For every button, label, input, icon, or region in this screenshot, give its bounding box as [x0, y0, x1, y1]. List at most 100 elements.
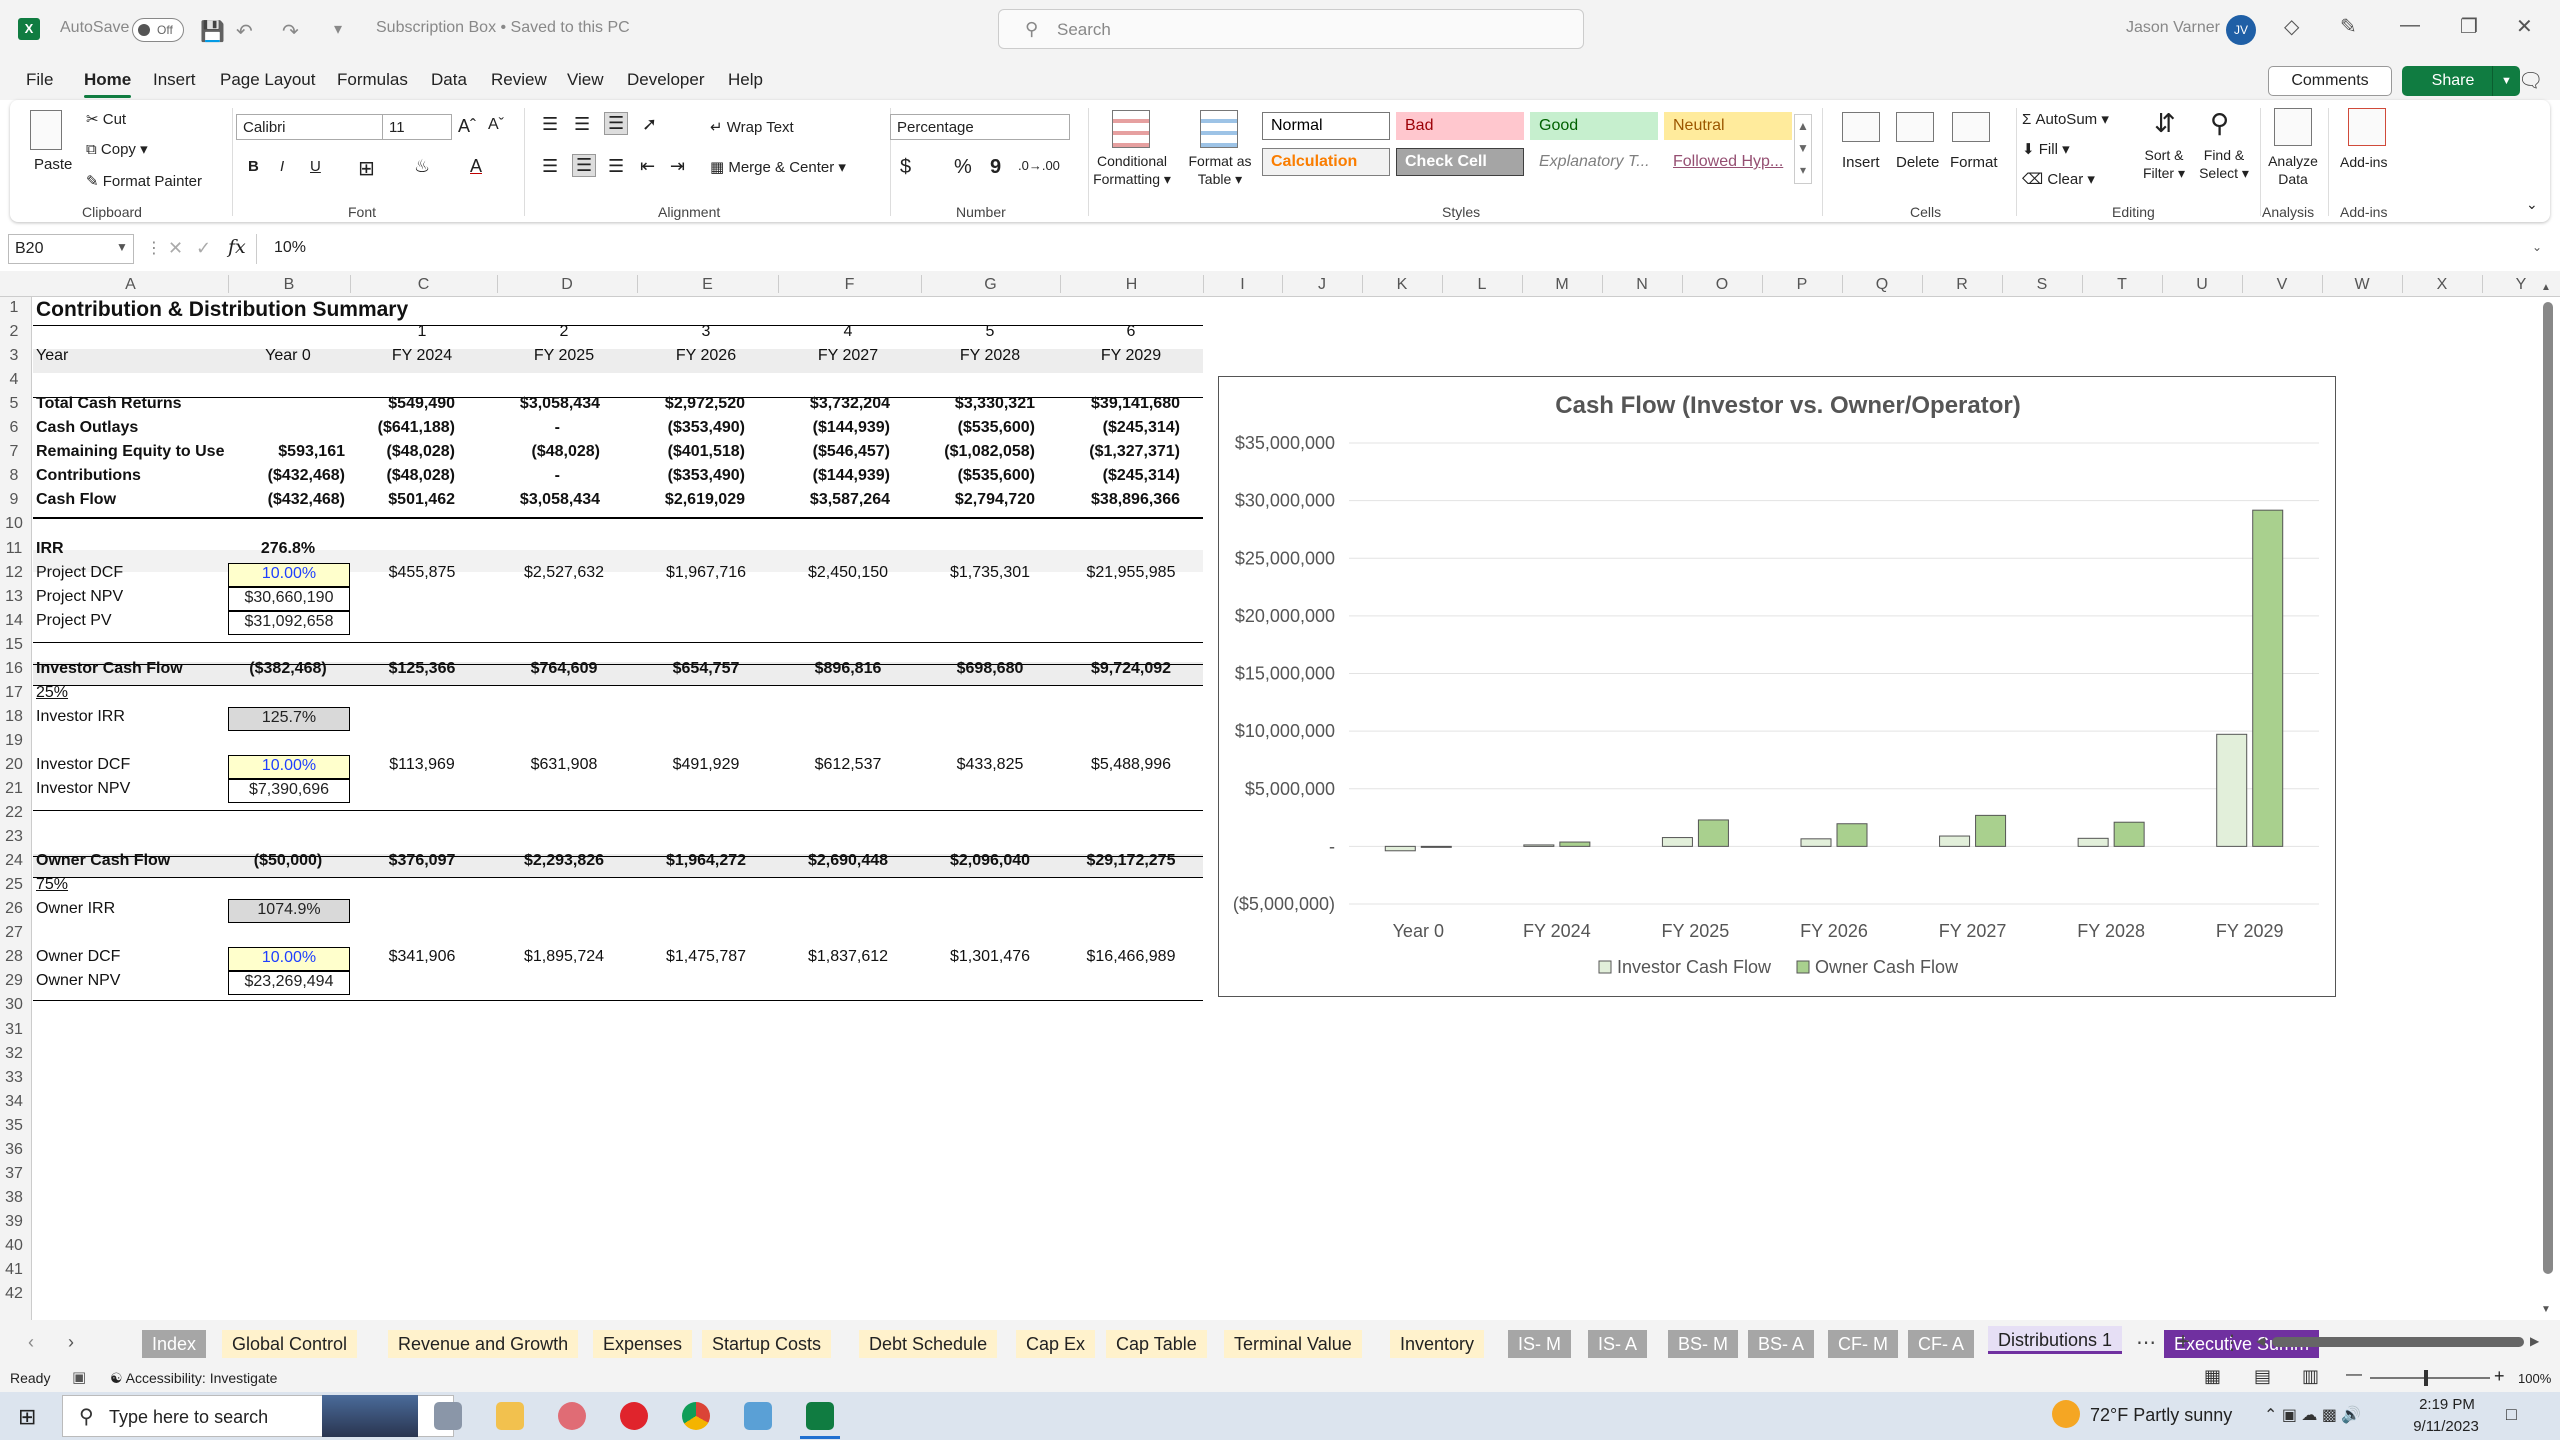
search-box[interactable]: ⚲ Search — [998, 9, 1584, 49]
sheet-tab[interactable]: Global Control — [222, 1330, 358, 1358]
sheet-tab[interactable]: Cap Ex — [1016, 1330, 1096, 1358]
opera-icon[interactable] — [620, 1402, 648, 1430]
decrease-font-icon[interactable]: Aˇ — [488, 116, 504, 134]
row-header[interactable]: 19 — [0, 732, 28, 750]
owner-irr-value[interactable]: 1074.9% — [228, 899, 350, 923]
owner-cash-flow-value[interactable]: $2,293,826 — [484, 852, 644, 870]
minimize-icon[interactable]: — — [2400, 14, 2420, 37]
sheet-tab[interactable]: BS- A — [1748, 1330, 1815, 1358]
investor-cash-flow-value[interactable]: $698,680 — [910, 660, 1070, 678]
irr-label[interactable]: IRR — [36, 540, 64, 558]
sheet-tab[interactable]: Cap Table — [1106, 1330, 1207, 1358]
conditional-formatting-icon[interactable] — [1112, 110, 1150, 148]
diamond-icon[interactable]: ◇ — [2284, 14, 2299, 39]
menu-insert[interactable]: Insert — [153, 70, 196, 90]
row-header[interactable]: 16 — [0, 660, 28, 678]
macro-recorder-icon[interactable]: ▣ — [72, 1368, 86, 1386]
value-cell[interactable]: $38,896,366 — [980, 491, 1180, 509]
period-number-cell[interactable]: 4 — [768, 323, 928, 341]
find-select-icon[interactable]: ⚲ — [2210, 108, 2229, 139]
value-cell[interactable]: ($1,327,371) — [980, 443, 1180, 461]
format-painter-button[interactable]: ✎ Format Painter — [86, 172, 202, 190]
row-header[interactable]: 33 — [0, 1069, 28, 1087]
row-header[interactable]: 25 — [0, 876, 28, 894]
investor-npv-label[interactable]: Investor NPV — [36, 780, 130, 798]
project-dcf-label[interactable]: Project DCF — [36, 564, 123, 582]
copy-button[interactable]: ⧉ Copy ▾ — [86, 140, 148, 158]
zoom-slider-thumb[interactable] — [2424, 1370, 2428, 1386]
menu-view[interactable]: View — [567, 70, 604, 90]
owner-npv-label[interactable]: Owner NPV — [36, 972, 120, 990]
column-header[interactable]: V — [2242, 276, 2322, 294]
row-header[interactable]: 15 — [0, 636, 28, 654]
add-ins-button[interactable]: Add-ins — [2340, 154, 2387, 170]
accessibility-status[interactable]: ☯ Accessibility: Investigate — [110, 1370, 277, 1387]
conditional-formatting-button[interactable]: Conditional Formatting ▾ — [1092, 152, 1172, 188]
project-dcf-value[interactable]: $2,527,632 — [484, 564, 644, 582]
column-header[interactable]: G — [921, 276, 1060, 294]
snipping-tool-icon[interactable] — [558, 1402, 586, 1430]
row-header[interactable]: 22 — [0, 804, 28, 822]
row-header[interactable]: 11 — [0, 540, 28, 558]
sheet-tab[interactable]: IS- A — [1588, 1330, 1648, 1358]
document-title[interactable]: Subscription Box • Saved to this PC — [376, 19, 630, 37]
column-header[interactable]: T — [2082, 276, 2162, 294]
scroll-right-icon[interactable]: ▶ — [2530, 1334, 2539, 1348]
year-header-cell[interactable]: FY 2029 — [1051, 347, 1211, 365]
investor-cash-flow-label[interactable]: Investor Cash Flow — [36, 660, 183, 678]
row-label-cell[interactable]: Contributions — [36, 467, 141, 485]
name-box-dropdown-icon[interactable]: ▼ — [116, 240, 128, 254]
row-header[interactable]: 14 — [0, 612, 28, 630]
increase-decimal-icon[interactable]: .0→.00 — [1018, 158, 1060, 173]
investor-irr-label[interactable]: Investor IRR — [36, 708, 125, 726]
insert-cells-icon[interactable] — [1842, 112, 1880, 142]
close-icon[interactable]: ✕ — [2516, 14, 2533, 39]
menu-page-layout[interactable]: Page Layout — [220, 70, 315, 90]
percent-button[interactable]: % — [954, 156, 972, 179]
clock-time[interactable]: 2:19 PM — [2412, 1396, 2482, 1413]
cut-button[interactable]: ✂ Cut — [86, 110, 126, 128]
investor-cash-flow-value[interactable]: $764,609 — [484, 660, 644, 678]
sheet-tab[interactable]: BS- M — [1668, 1330, 1739, 1358]
row-header[interactable]: 37 — [0, 1165, 28, 1183]
menu-developer[interactable]: Developer — [627, 70, 705, 90]
row-header[interactable]: 12 — [0, 564, 28, 582]
analyze-data-icon[interactable] — [2274, 108, 2312, 146]
zoom-slider[interactable] — [2370, 1377, 2490, 1379]
app-icon[interactable] — [744, 1402, 772, 1430]
save-icon[interactable]: 💾 — [200, 19, 225, 44]
row-header[interactable]: 20 — [0, 756, 28, 774]
column-header[interactable]: F — [778, 276, 921, 294]
align-center-icon[interactable]: ☰ — [572, 154, 597, 177]
page-break-view-icon[interactable]: ▥ — [2302, 1366, 2319, 1387]
owner-cash-flow-value[interactable]: $1,964,272 — [626, 852, 786, 870]
zoom-out-icon[interactable]: — — [2346, 1366, 2362, 1384]
vertical-scrollbar[interactable] — [2543, 302, 2553, 1274]
owner-cash-flow-value[interactable]: $376,097 — [342, 852, 502, 870]
investor-dcf-value[interactable]: $5,488,996 — [1051, 756, 1211, 774]
year-header-cell[interactable]: FY 2026 — [626, 347, 786, 365]
row-header[interactable]: 5 — [0, 395, 28, 413]
autosave-toggle[interactable]: Off — [132, 18, 184, 42]
align-middle-icon[interactable]: ☰ — [574, 114, 590, 135]
project-pv-label[interactable]: Project PV — [36, 612, 112, 630]
column-header[interactable]: B — [228, 276, 350, 294]
font-size-select[interactable]: 11 — [382, 114, 452, 140]
period-number-cell[interactable]: 3 — [626, 323, 786, 341]
collapse-ribbon-icon[interactable]: ⌄ — [2526, 196, 2538, 213]
paste-icon[interactable] — [30, 110, 62, 150]
year-header-cell[interactable]: FY 2028 — [910, 347, 1070, 365]
delete-cells-button[interactable]: Delete — [1896, 154, 1939, 171]
row-header[interactable]: 10 — [0, 515, 28, 533]
value-cell[interactable]: - — [360, 467, 560, 485]
menu-data[interactable]: Data — [431, 70, 467, 90]
horizontal-scrollbar[interactable] — [2272, 1337, 2524, 1347]
year-label-cell[interactable]: Year — [36, 347, 68, 365]
prev-sheet-icon[interactable]: ‹ — [28, 1332, 34, 1353]
investor-dcf-value[interactable]: $612,537 — [768, 756, 928, 774]
share-dropdown-icon[interactable]: ▼ — [2492, 66, 2520, 96]
row-header[interactable]: 6 — [0, 419, 28, 437]
bold-button[interactable]: B — [248, 158, 259, 175]
font-color-icon[interactable]: A — [470, 156, 482, 177]
row-header[interactable]: 41 — [0, 1261, 28, 1279]
